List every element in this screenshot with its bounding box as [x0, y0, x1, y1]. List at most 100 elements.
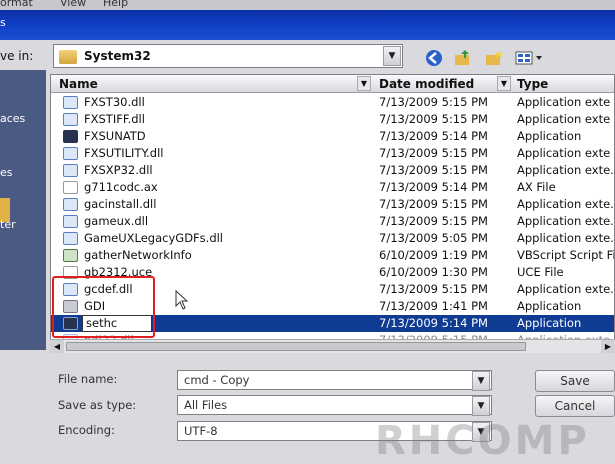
list-item[interactable]: FXSTIFF.dll 7/13/2009 5:15 PM Application … [51, 111, 614, 128]
places-bar: aces es ter [0, 70, 46, 350]
file-date: 7/13/2009 5:14 PM [379, 316, 488, 330]
file-list[interactable]: Name ▼ Date modified ▼ Type FXST30.dll 7/… [50, 74, 615, 352]
save-button[interactable]: Save [535, 370, 615, 392]
file-name: FXSUTILITY.dll [84, 146, 164, 160]
list-item[interactable]: gcdef.dll 7/13/2009 5:15 PM Application ex… [51, 281, 614, 298]
dll-file-icon [63, 96, 78, 109]
file-name: FXSXP32.dll [84, 163, 153, 177]
file-date: 6/10/2009 1:30 PM [379, 265, 488, 279]
encoding-value: UTF-8 [184, 424, 218, 438]
list-item[interactable]: gameux.dll 7/13/2009 5:15 PM Application e… [51, 213, 614, 230]
file-type: Application [517, 316, 582, 330]
menu-format[interactable]: ormat [0, 0, 33, 9]
file-name: gb2312.uce [84, 265, 153, 279]
file-name: FXST30.dll [84, 95, 145, 109]
file-date: 7/13/2009 5:14 PM [379, 180, 488, 194]
scrollbar-thumb[interactable] [66, 342, 526, 351]
list-item[interactable]: FXSXP32.dll 7/13/2009 5:15 PM Application … [51, 162, 614, 179]
list-item[interactable]: FXST30.dll 7/13/2009 5:15 PM Application e… [51, 94, 614, 111]
file-name: FXSUNATD [84, 129, 146, 143]
file-name: GDI [84, 299, 106, 313]
file-date: 7/13/2009 5:15 PM [379, 214, 488, 228]
save-as-type-dropdown[interactable]: All Files ▼ [177, 395, 492, 416]
file-type: Application exte. [517, 231, 614, 245]
file-date: 7/13/2009 5:15 PM [379, 163, 488, 177]
file-date: 7/13/2009 5:15 PM [379, 95, 488, 109]
file-name-value: cmd - Copy [184, 373, 250, 387]
file-name: GameUXLegacyGDFs.dll [84, 231, 224, 245]
application-icon [63, 300, 78, 313]
chevron-down-icon[interactable]: ▼ [357, 76, 371, 91]
file-date: 6/10/2009 1:19 PM [379, 248, 488, 262]
save-in-dropdown[interactable]: System32 ▼ [53, 44, 403, 68]
column-date-modified[interactable]: Date modified [379, 77, 474, 91]
scroll-left-icon[interactable]: ◀ [50, 340, 64, 353]
chevron-down-icon[interactable]: ▼ [383, 46, 401, 66]
chevron-down-icon[interactable]: ▼ [497, 76, 511, 91]
selected-list-item[interactable]: sethc 7/13/2009 5:14 PM Application [51, 315, 614, 332]
up-folder-icon[interactable] [452, 48, 474, 68]
chevron-down-icon[interactable]: ▼ [472, 371, 490, 391]
file-name: g711codc.ax [84, 180, 158, 194]
application-icon [63, 317, 78, 330]
menu-bar: ormat View Help [0, 0, 615, 10]
file-date: 7/13/2009 5:15 PM [379, 197, 488, 211]
list-item[interactable]: GameUXLegacyGDFs.dll 7/13/2009 5:05 PM App… [51, 230, 614, 247]
file-type: Application exte. [517, 163, 614, 177]
rename-input[interactable]: sethc [82, 315, 152, 332]
file-name-label: File name: [58, 372, 118, 386]
file-type: Application exte [517, 112, 611, 126]
horizontal-scrollbar[interactable]: ◀ ▶ [50, 339, 615, 353]
file-type: Application exte [517, 95, 611, 109]
dialog-title-bar: s [0, 10, 615, 40]
dll-file-icon [63, 232, 78, 245]
file-date: 7/13/2009 5:15 PM [379, 112, 488, 126]
places-item[interactable]: aces [0, 112, 25, 125]
list-item[interactable]: gatherNetworkInfo 6/10/2009 1:19 PM VBScri… [51, 247, 614, 264]
views-menu-icon[interactable] [513, 48, 545, 68]
generic-file-icon [63, 266, 78, 279]
file-name: FXSTIFF.dll [84, 112, 145, 126]
places-item[interactable]: ter [0, 218, 16, 231]
file-type: Application [517, 129, 582, 143]
file-name: gacinstall.dll [84, 197, 157, 211]
list-item[interactable]: GDI 7/13/2009 1:41 PM Application [51, 298, 614, 315]
save-as-type-value: All Files [184, 398, 228, 412]
file-name-input[interactable]: cmd - Copy ▼ [177, 370, 492, 391]
file-type: Application exte [517, 146, 611, 160]
dll-file-icon [63, 198, 78, 211]
dialog-title: s [0, 16, 6, 29]
file-date: 7/13/2009 5:15 PM [379, 282, 488, 296]
save-in-label: ve in: [0, 49, 34, 63]
column-name[interactable]: Name [59, 77, 98, 91]
dll-file-icon [63, 215, 78, 228]
encoding-label: Encoding: [58, 423, 115, 437]
list-item[interactable]: gb2312.uce 6/10/2009 1:30 PM UCE File [51, 264, 614, 281]
back-arrow-icon[interactable] [423, 48, 445, 68]
list-item[interactable]: gacinstall.dll 7/13/2009 5:15 PM Applicati… [51, 196, 614, 213]
file-type: Application [517, 299, 582, 313]
chevron-down-icon[interactable]: ▼ [472, 396, 490, 416]
save-in-value: System32 [84, 49, 151, 63]
scroll-right-icon[interactable]: ▶ [601, 340, 615, 353]
mouse-cursor-icon [175, 289, 189, 315]
file-type: UCE File [517, 265, 564, 279]
file-date: 7/13/2009 5:14 PM [379, 129, 488, 143]
dll-file-icon [63, 164, 78, 177]
cancel-button[interactable]: Cancel [535, 395, 615, 417]
column-type[interactable]: Type [517, 77, 548, 91]
list-item[interactable]: FXSUNATD 7/13/2009 5:14 PM Application [51, 128, 614, 145]
menu-help[interactable]: Help [103, 0, 128, 9]
new-folder-icon[interactable] [483, 48, 505, 68]
file-date: 7/13/2009 5:15 PM [379, 146, 488, 160]
application-icon [63, 130, 78, 143]
list-item[interactable]: g711codc.ax 7/13/2009 5:14 PM AX File [51, 179, 614, 196]
dll-file-icon [63, 147, 78, 160]
file-name: gatherNetworkInfo [84, 248, 192, 262]
menu-view[interactable]: View [60, 0, 86, 9]
places-item[interactable]: es [0, 166, 13, 179]
file-type: Application exte. [517, 282, 614, 296]
list-item[interactable]: FXSUTILITY.dll 7/13/2009 5:15 PM Applicati… [51, 145, 614, 162]
file-type: Application exte. [517, 197, 614, 211]
dll-file-icon [63, 113, 78, 126]
